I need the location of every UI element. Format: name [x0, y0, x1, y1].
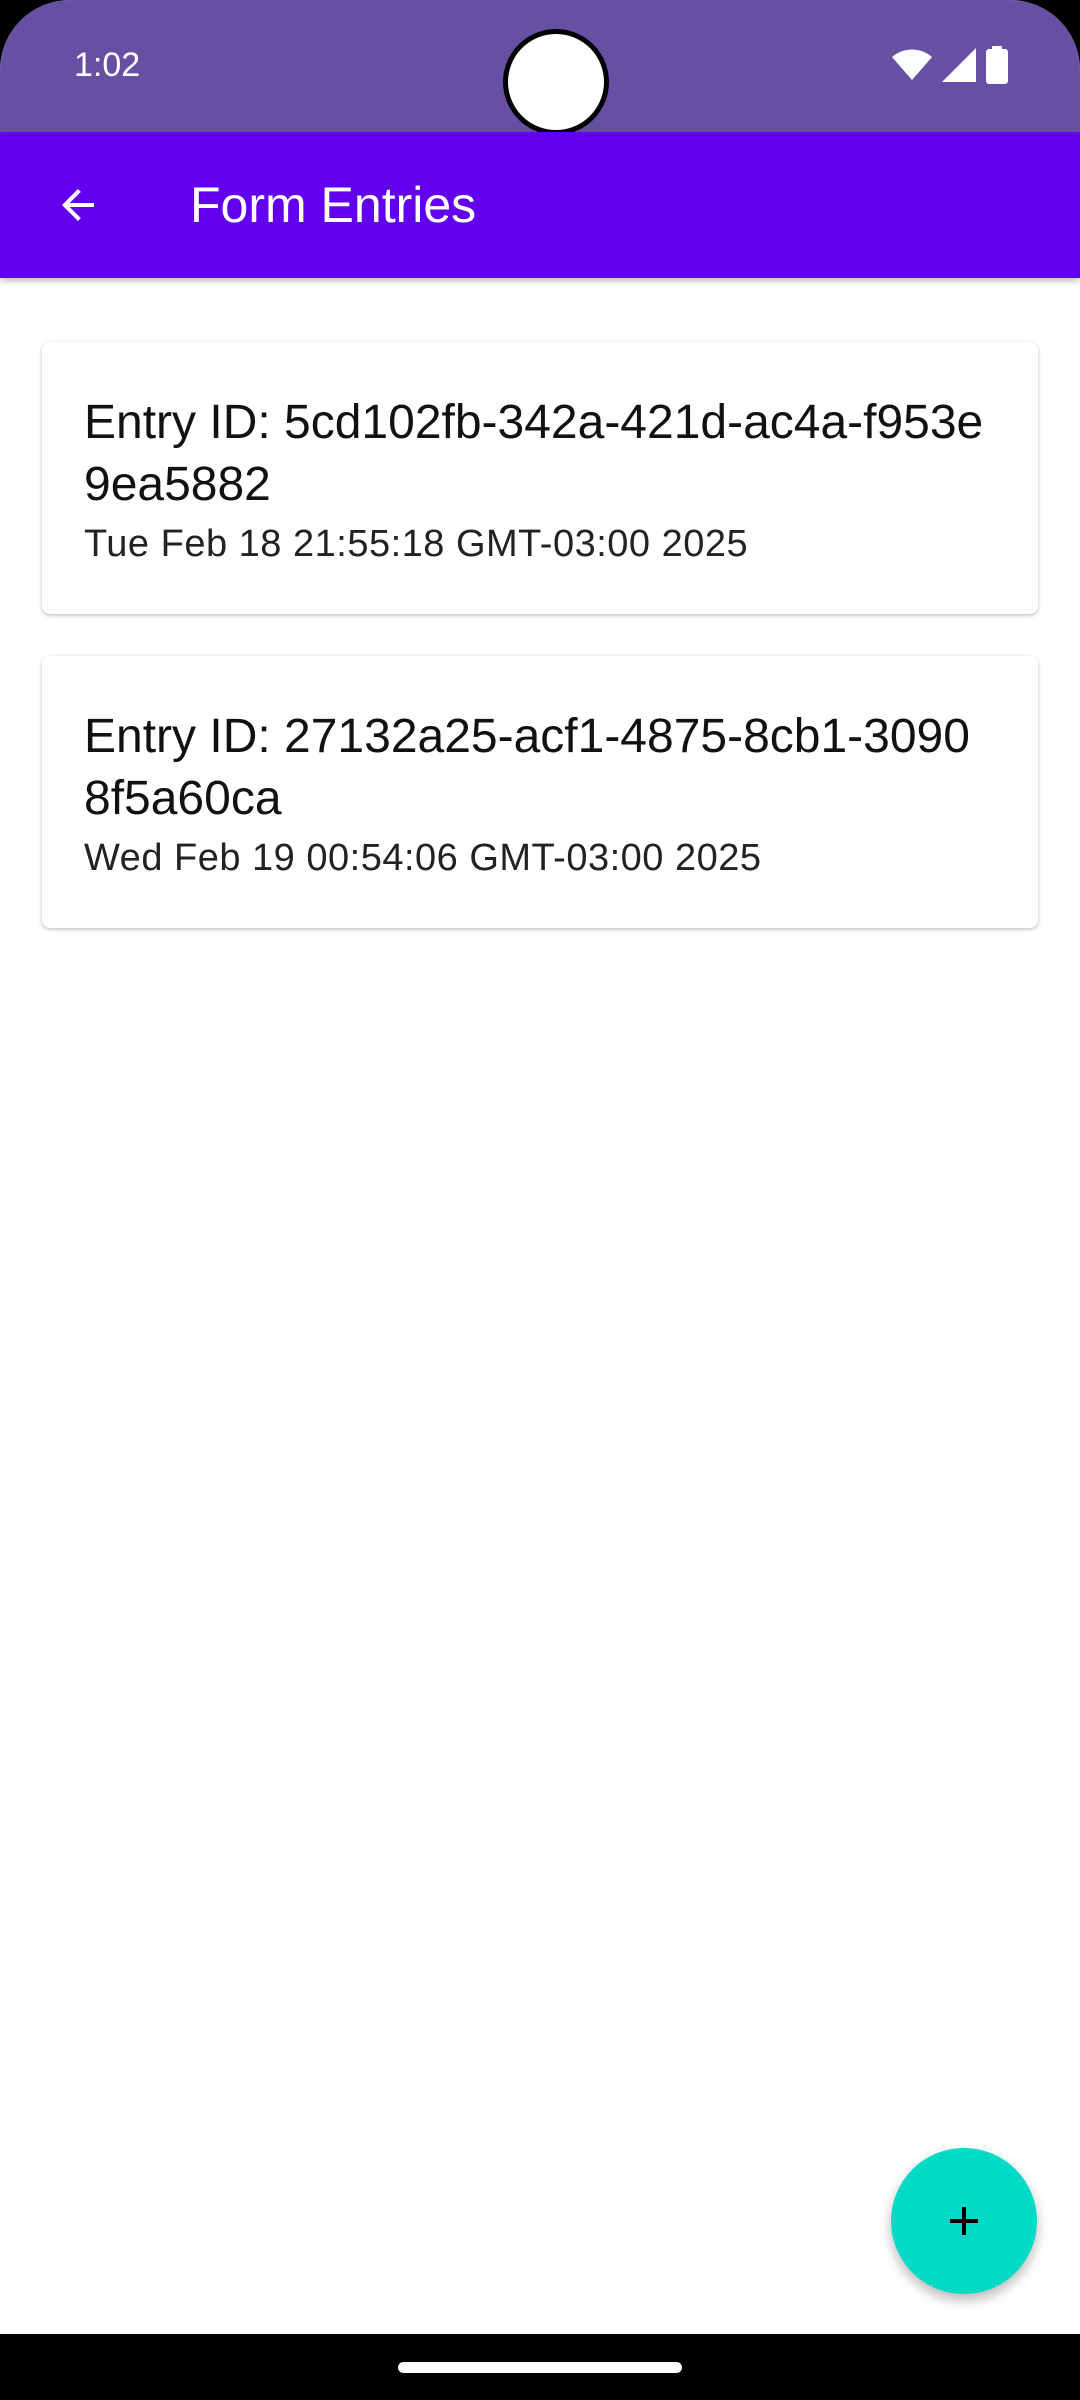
entry-date: Wed Feb 19 00:54:06 GMT-03:00 2025: [84, 837, 762, 879]
signal-icon: [942, 48, 976, 82]
wifi-icon: [892, 49, 932, 80]
add-entry-button[interactable]: [891, 2148, 1037, 2294]
entry-date: Tue Feb 18 21:55:18 GMT-03:00 2025: [84, 523, 749, 565]
battery-icon: [986, 46, 1008, 84]
app-bar: Form Entries: [0, 132, 1080, 278]
arrow-back-icon: [62, 189, 94, 221]
status-bar: 1:02: [0, 0, 1080, 135]
entry-id: Entry ID: 27132a25-acf1-4875-8cb1-30908f…: [84, 710, 970, 825]
entry-card[interactable]: Entry ID: 5cd102fb-342a-421d-ac4a-f953e9…: [42, 342, 1038, 614]
page-title: Form Entries: [190, 177, 477, 233]
back-button[interactable]: [30, 157, 126, 253]
camera-cutout: [503, 29, 609, 135]
status-icons: [892, 44, 1008, 86]
entry-card[interactable]: Entry ID: 27132a25-acf1-4875-8cb1-30908f…: [42, 656, 1038, 928]
entry-id: Entry ID: 5cd102fb-342a-421d-ac4a-f953e9…: [84, 396, 984, 511]
entries-list: Entry ID: 5cd102fb-342a-421d-ac4a-f953e9…: [42, 342, 1038, 970]
plus-icon: [950, 2207, 978, 2235]
status-time: 1:02: [74, 46, 141, 84]
device-frame: 1:02 Form Entries Entry ID: 5cd102fb-342…: [0, 0, 1080, 2400]
screen: 1:02 Form Entries Entry ID: 5cd102fb-342…: [0, 0, 1080, 2334]
navigation-handle[interactable]: [398, 2362, 682, 2373]
